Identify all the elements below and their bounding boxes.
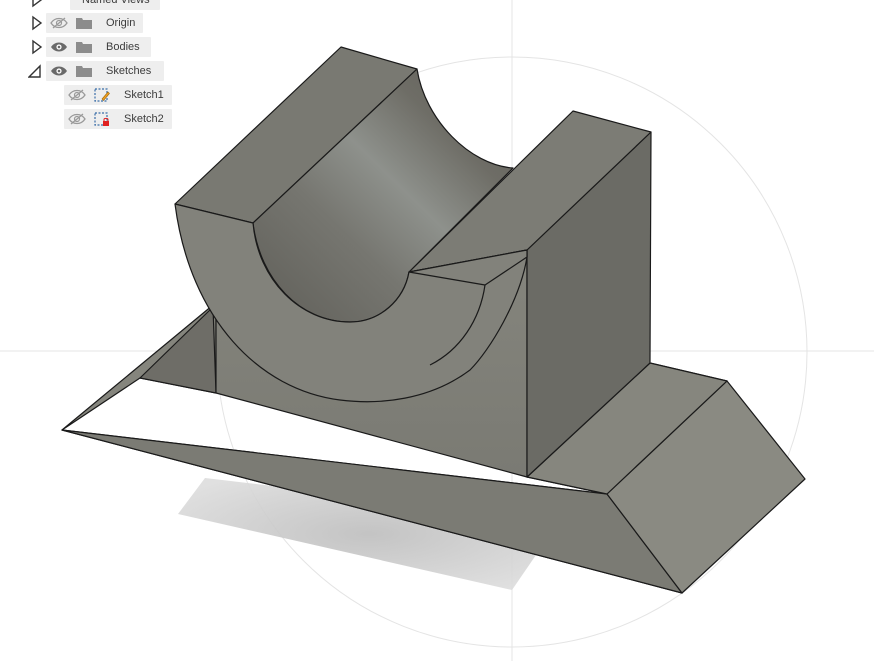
folder-icon (76, 18, 92, 29)
browser-item-label: Sketch1 (124, 89, 164, 101)
expand-arrow-icon[interactable] (30, 15, 44, 31)
browser-row-bodies[interactable]: Bodies (0, 37, 200, 57)
browser-item-label: Sketches (106, 65, 152, 77)
eye-icon[interactable] (49, 40, 69, 54)
expand-arrow-icon[interactable] (30, 39, 44, 55)
browser-panel: Named Views Origin Bodies Sketches Sketc… (0, 0, 260, 140)
collapse-arrow-icon[interactable] (28, 63, 42, 79)
browser-row-sketches[interactable]: Sketches (0, 61, 200, 81)
eye-hidden-icon[interactable] (67, 88, 87, 102)
expand-arrow-icon[interactable] (30, 0, 44, 8)
eye-hidden-icon[interactable] (49, 16, 69, 30)
eye-icon[interactable] (49, 64, 69, 78)
browser-item-label: Origin (106, 17, 136, 29)
browser-row-sketch2[interactable]: Sketch2 (0, 109, 200, 129)
browser-item-label: Sketch2 (124, 113, 164, 125)
eye-hidden-icon[interactable] (67, 112, 87, 126)
browser-row-named-views[interactable]: Named Views (0, 0, 200, 10)
browser-row-sketch1[interactable]: Sketch1 (0, 85, 200, 105)
sketch-error-icon (94, 112, 109, 126)
folder-icon (76, 66, 92, 77)
browser-item-named-views[interactable]: Named Views (70, 0, 160, 10)
base-recess-left (139, 306, 217, 394)
sketch-icon (94, 88, 110, 102)
browser-row-origin[interactable]: Origin (0, 13, 200, 33)
folder-icon (76, 42, 92, 53)
browser-item-label: Bodies (106, 41, 140, 53)
